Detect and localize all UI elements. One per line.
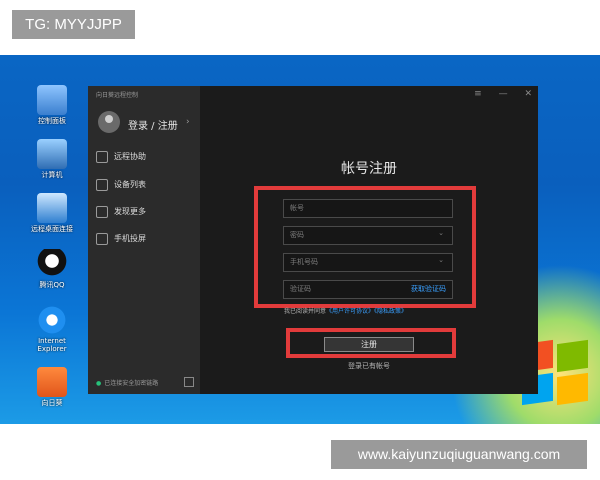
upload-icon[interactable] [184,377,194,387]
watermark-top: TG: MYYJJPP [12,10,135,39]
sidebar-item-label: 手机投屏 [114,234,146,243]
agreement-text: 我已阅读并同意《用户许可协议》《隐私政策》 [284,306,407,315]
avatar-icon[interactable] [98,111,120,133]
desktop-icon-sunlogin[interactable]: 向日葵 [24,367,80,407]
sunlogin-icon [37,367,67,397]
desktop-icon-ie[interactable]: Internet Explorer [24,305,80,353]
page-title: 帐号注册 [341,161,397,177]
desktop-icon-label: Internet Explorer [37,337,67,353]
agreement-prefix: 我已阅读并同意 [284,308,327,315]
license-link[interactable]: 《用户许可协议》 [326,308,374,315]
sunlogin-window: 向日葵远程控制 登录 / 注册 › 远程协助 设备列表 发现更多 手机投屏 ● 已… [88,86,538,394]
desktop-icon-label: 向日葵 [41,399,63,407]
sidebar-item-device-list[interactable]: 设备列表 [96,177,194,193]
ie-icon [37,305,67,335]
connection-status-text: 已连接安全加密链路 [104,380,159,387]
remote-assist-icon [96,150,108,163]
sidebar-item-label: 远程协助 [114,152,146,161]
device-list-icon [96,178,108,191]
desktop-icon-control-panel[interactable]: 控制面板 [24,85,80,125]
sidebar-item-label: 设备列表 [114,180,146,189]
control-panel-icon [37,85,67,115]
discover-icon [96,205,108,218]
sidebar-item-discover[interactable]: 发现更多 [96,204,194,220]
register-panel: 帐号注册 帐号 密码 ⌄ 手机号码 ⌄ 验证码 获取验证码 我已阅读并同意《用户… [200,86,538,394]
remote-desktop-icon [37,193,67,223]
sidebar-item-label: 发现更多 [114,207,146,216]
privacy-link[interactable]: 《隐私政策》 [374,308,407,315]
shield-check-icon: ● [96,380,102,387]
window-title: 向日葵远程控制 [96,92,139,99]
desktop: 控制面板 计算机 远程桌面连接 腾讯QQ Internet Explorer 向… [0,55,600,424]
desktop-icon-label: 控制面板 [38,117,66,125]
register-button[interactable]: 注册 [324,337,414,352]
sidebar: 向日葵远程控制 登录 / 注册 › 远程协助 设备列表 发现更多 手机投屏 ● 已… [88,86,200,394]
desktop-icon-computer[interactable]: 计算机 [24,139,80,179]
qq-icon [37,249,67,279]
login-existing-link[interactable]: 登录已有帐号 [200,361,538,371]
desktop-icon-qq[interactable]: 腾讯QQ [24,249,80,289]
connection-status: ● 已连接安全加密链路 [96,378,158,387]
desktop-icon-label: 腾讯QQ [39,281,65,289]
chevron-right-icon[interactable]: › [186,117,190,127]
phone-cast-icon [96,232,108,245]
desktop-icon-label: 计算机 [41,171,63,179]
desktop-icon-label: 远程桌面连接 [31,225,73,233]
highlight-box-fields [254,186,476,308]
sidebar-item-remote-assist[interactable]: 远程协助 [96,149,194,165]
watermark-bottom: www.kaiyunzuqiuguanwang.com [331,440,587,469]
sidebar-item-phone-cast[interactable]: 手机投屏 [96,231,194,247]
desktop-icon-remote-desktop[interactable]: 远程桌面连接 [24,193,80,233]
login-register-link[interactable]: 登录 / 注册 [128,117,178,132]
computer-icon [37,139,67,169]
